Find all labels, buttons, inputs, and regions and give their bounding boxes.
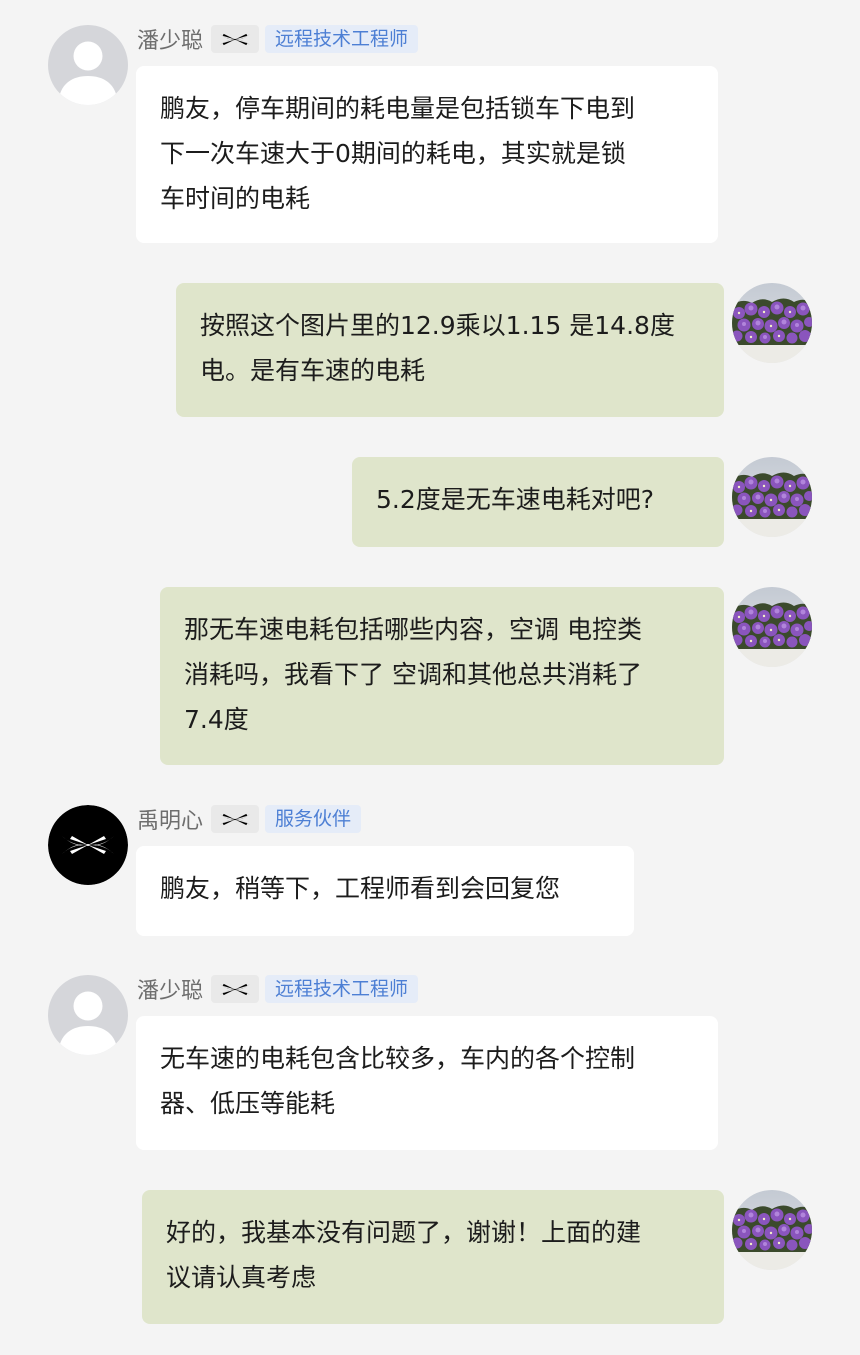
- purple-flowers-avatar-icon: [732, 283, 812, 363]
- message-bubble[interactable]: 鹏友，停车期间的耗电量是包括锁车下电到 下一次车速大于0期间的耗电，其实就是锁 …: [136, 66, 718, 243]
- brand-x-logo-icon: [218, 811, 252, 828]
- my-avatar[interactable]: [732, 457, 812, 537]
- my-avatar[interactable]: [732, 1190, 812, 1270]
- purple-flowers-avatar-icon: [732, 457, 812, 537]
- message-bubble[interactable]: 那无车速电耗包括哪些内容，空调 电控类 消耗吗，我看下了 空调和其他总共消耗了 …: [160, 587, 724, 765]
- brand-logo-badge: [211, 25, 260, 53]
- brand-logo-badge: [211, 975, 260, 1003]
- message-bubble[interactable]: 按照这个图片里的12.9乘以1.15 是14.8度 电。是有车速的电耗: [176, 283, 724, 417]
- message-bubble[interactable]: 好的，我基本没有问题了，谢谢！上面的建 议请认真考虑: [142, 1190, 724, 1324]
- sender-name: 潘少聪: [137, 979, 204, 1004]
- sender-name: 禹明心: [137, 809, 204, 834]
- message-bubble[interactable]: 无车速的电耗包含比较多，车内的各个控制 器、低压等能耗: [136, 1016, 718, 1150]
- message-bubble[interactable]: 鹏友，稍等下，工程师看到会回复您: [136, 846, 634, 936]
- message-bubble[interactable]: 5.2度是无车速电耗对吧?: [352, 457, 724, 547]
- sender-name: 潘少聪: [137, 29, 204, 54]
- message-text-line: 电。是有车速的电耗: [200, 356, 426, 385]
- purple-flowers-avatar-icon: [732, 1190, 812, 1270]
- role-badge: 远程技术工程师: [265, 25, 419, 53]
- sender-row: 潘少聪 远程技术工程师: [137, 24, 419, 54]
- role-badge: 服务伙伴: [265, 805, 362, 833]
- message-text-line: 鹏友，停车期间的耗电量是包括锁车下电到: [160, 94, 636, 123]
- user-avatar[interactable]: [48, 975, 128, 1055]
- default-user-icon: [48, 25, 128, 105]
- chat-thread: 潘少聪 远程技术工程师 鹏友，停车期间的耗电量是包括锁车下电到 下一次车速大于0…: [0, 0, 860, 1355]
- service-avatar[interactable]: [48, 805, 128, 885]
- message-text-line: 车时间的电耗: [160, 184, 311, 213]
- brand-logo-badge: [211, 805, 260, 833]
- message-text-line: 议请认真考虑: [166, 1263, 317, 1292]
- role-badge: 远程技术工程师: [265, 975, 419, 1003]
- brand-x-logo-icon: [218, 981, 252, 998]
- purple-flowers-avatar-icon: [732, 587, 812, 667]
- message-text-line: 那无车速电耗包括哪些内容，空调 电控类: [184, 615, 642, 644]
- message-text-line: 无车速的电耗包含比较多，车内的各个控制: [160, 1044, 636, 1073]
- message-text-line: 好的，我基本没有问题了，谢谢！上面的建: [166, 1218, 642, 1247]
- brand-x-logo-icon: [218, 31, 252, 48]
- brand-x-avatar-icon: [48, 805, 128, 885]
- message-text-line: 5.2度是无车速电耗对吧?: [376, 485, 655, 514]
- message-text-line: 器、低压等能耗: [160, 1089, 336, 1118]
- message-text-line: 下一次车速大于0期间的耗电，其实就是锁: [160, 139, 626, 168]
- message-text-line: 7.4度: [184, 705, 249, 734]
- default-user-icon: [48, 975, 128, 1055]
- message-text-line: 按照这个图片里的12.9乘以1.15 是14.8度: [200, 311, 675, 340]
- my-avatar[interactable]: [732, 587, 812, 667]
- message-text-line: 消耗吗，我看下了 空调和其他总共消耗了: [184, 660, 642, 689]
- message-text-line: 鹏友，稍等下，工程师看到会回复您: [160, 874, 561, 903]
- sender-row: 潘少聪 远程技术工程师: [137, 974, 419, 1004]
- my-avatar[interactable]: [732, 283, 812, 363]
- sender-row: 禹明心 服务伙伴: [137, 804, 362, 834]
- user-avatar[interactable]: [48, 25, 128, 105]
